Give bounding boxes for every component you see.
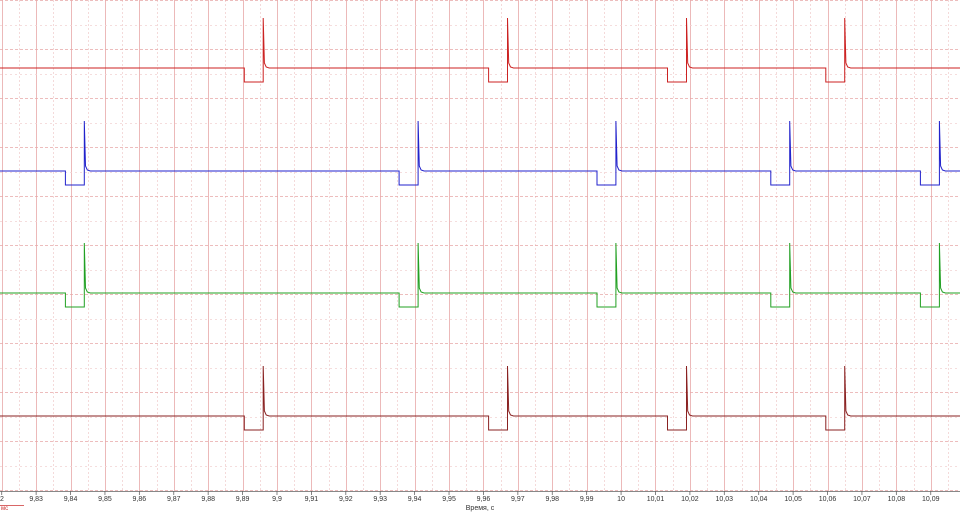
x-tick-label: 9,98 [545,496,559,503]
x-tick-label: 9,83 [29,496,43,503]
trace-channel-3 [0,242,960,308]
x-tick-label: 10,04 [750,496,768,503]
x-tick-label: 9,89 [236,496,250,503]
x-tick-label: 10,02 [681,496,699,503]
x-tick-label: 9,95 [442,496,456,503]
x-tick-label: 10,05 [784,496,802,503]
x-axis: 2 9,83 9,84 9,85 9,86 9,87 9,88 9,89 9,9 9,91 9,92… [0,491,960,503]
x-tick-label: 9,91 [305,496,319,503]
x-tick-label: 9,9 [272,496,282,503]
trace-channel-2 [0,120,960,186]
x-tick-label: 9,96 [477,496,491,503]
grid [0,0,960,491]
x-tick-label: 9,87 [167,496,181,503]
x-tick-label: 10 [617,496,625,503]
x-tick-label: 9,99 [580,496,594,503]
trace-channel-4 [0,365,960,431]
x-tick-label: 2 [0,496,4,503]
x-tick-label: 9,86 [133,496,147,503]
x-tick-label: 9,93 [373,496,387,503]
x-tick-label: 10,06 [819,496,837,503]
trace-channel-1 [0,17,960,83]
x-tick-label: 9,94 [408,496,422,503]
x-tick-label: 9,97 [511,496,525,503]
oscilloscope-chart: 2 9,83 9,84 9,85 9,86 9,87 9,88 9,89 9,9 9,91 9,92… [0,0,960,512]
x-tick-label: 9,88 [201,496,215,503]
x-tick-label: 10,01 [647,496,665,503]
scale-note: мс [1,506,8,512]
x-tick-label: 10,07 [853,496,871,503]
x-tick-label: 10,08 [888,496,906,503]
x-tick-label: 9,85 [98,496,112,503]
x-tick-label: 10,03 [716,496,734,503]
x-tick-label: 9,84 [64,496,78,503]
x-axis-title: Время, с [466,505,495,512]
x-tick-label: 10,09 [922,496,940,503]
x-tick-label: 9,92 [339,496,353,503]
